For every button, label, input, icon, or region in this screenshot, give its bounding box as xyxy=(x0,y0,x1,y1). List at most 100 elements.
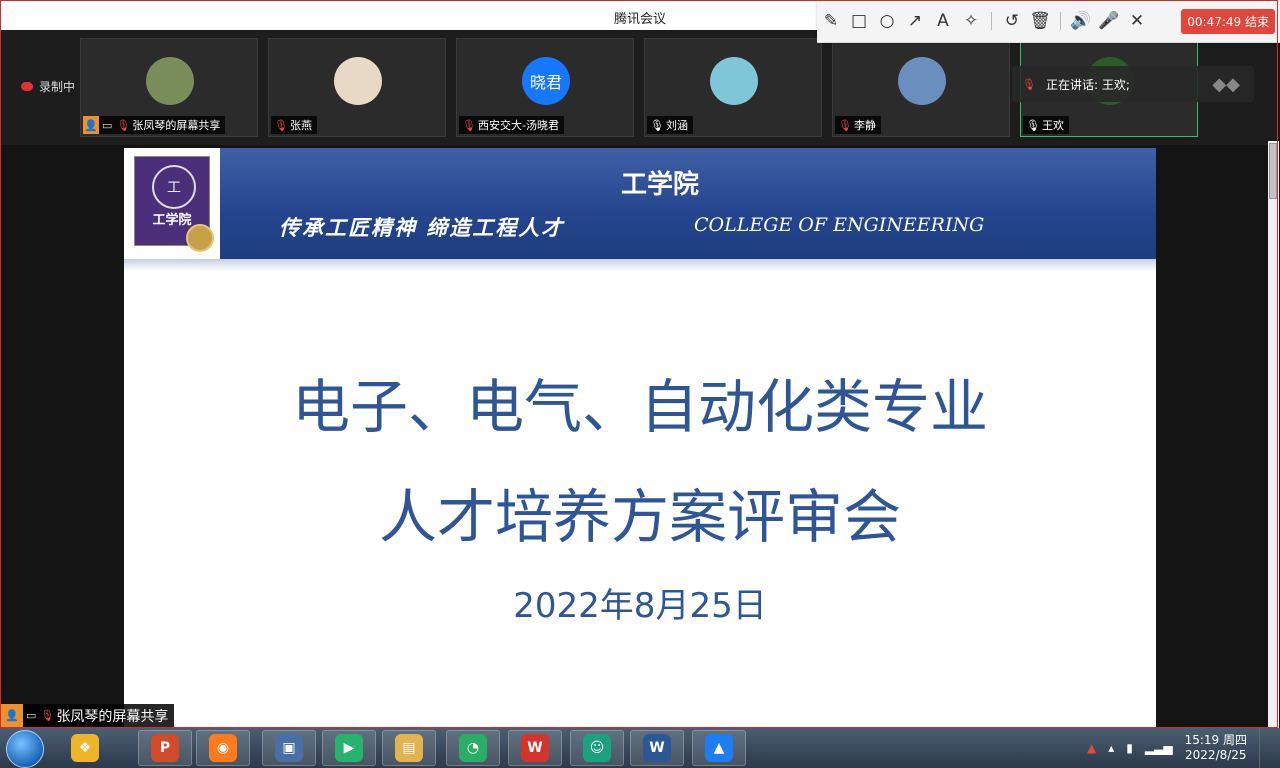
start-button[interactable] xyxy=(6,730,44,768)
taskbar: ❖ P ◉ ▣ ▶ ▤ ◔ W ☺ W ▲ ▲ ▴ ▮ ▂▃▅ 15:19 周四 2022/8/25 xyxy=(0,728,1280,768)
medal-icon xyxy=(186,224,214,252)
participant-avatar: 晓君 xyxy=(522,57,570,105)
player-app[interactable]: ▶ xyxy=(322,730,376,766)
circle-icon[interactable]: ○ xyxy=(873,7,901,35)
slide-heading-line1: 电子、电气、自动化类专业 xyxy=(291,373,988,441)
muted-microphone-icon: 🎙 xyxy=(462,118,476,132)
participant-name: 王欢 xyxy=(1041,119,1064,132)
photos-app-icon: ❖ xyxy=(71,734,99,762)
word-app[interactable]: W xyxy=(630,730,684,766)
text-icon[interactable]: A xyxy=(929,7,957,35)
participant-name: 李静 xyxy=(853,119,876,132)
photos-app[interactable]: ❖ xyxy=(58,730,112,766)
slide-date: 2022年8月25日 xyxy=(513,586,767,626)
screen-share-tag: 👤 ▭ 🎙 张凤琴的屏幕共享 xyxy=(1,704,175,727)
vertical-scrollbar[interactable] xyxy=(1268,141,1279,728)
participant-avatar xyxy=(334,57,382,105)
banner-shadow xyxy=(124,259,1156,271)
recording-label: 录制中 xyxy=(39,80,76,94)
pen-icon[interactable]: ✎ xyxy=(817,7,845,35)
network-icon[interactable]: ▂▃▅ xyxy=(1145,741,1173,755)
magic-wand-icon[interactable]: ✧ xyxy=(957,7,985,35)
end-meeting-button[interactable]: 00:47:49 结束 xyxy=(1181,8,1275,34)
tencent-meeting-logo-icon: ◆◆ xyxy=(1212,73,1240,95)
microphone-icon[interactable]: 🎤 xyxy=(1095,7,1123,35)
host-badge-icon: 👤 xyxy=(83,116,99,134)
participant-label: 🎙 王欢 xyxy=(1023,116,1069,134)
tencent-meeting-app[interactable]: ▲ xyxy=(692,730,746,766)
video-app-icon: ▣ xyxy=(275,734,303,762)
participant-tile[interactable]: 晓君 🎙 西安交大-汤晓君 xyxy=(456,38,634,137)
firefox-app-icon: ◉ xyxy=(209,734,237,762)
system-clock[interactable]: 15:19 周四 2022/8/25 xyxy=(1185,733,1247,763)
rectangle-icon[interactable]: □ xyxy=(845,7,873,35)
arrow-icon[interactable]: ↗ xyxy=(901,7,929,35)
device-icon[interactable]: ▮ xyxy=(1126,741,1133,755)
powerpoint-app[interactable]: P xyxy=(138,730,192,766)
word-app-icon: W xyxy=(643,734,671,762)
show-hidden-icons-icon[interactable]: ▴ xyxy=(1108,741,1114,755)
close-icon[interactable]: ✕ xyxy=(1123,7,1151,35)
microphone-icon: 🎙 xyxy=(1026,118,1040,132)
participant-name: 张燕 xyxy=(289,119,312,132)
banner-slogan: 传承工匠精神 缔造工程人才 xyxy=(279,215,565,240)
clock-date: 2022/8/25 xyxy=(1185,748,1247,762)
participant-tile[interactable]: 👤 ▭ 🎙 张凤琴的屏幕共享 xyxy=(80,38,258,137)
system-tray: ▲ ▴ ▮ ▂▃▅ 15:19 周四 2022/8/25 xyxy=(1087,728,1280,768)
firefox-app[interactable]: ◉ xyxy=(196,730,250,766)
participant-name: 西安交大-汤晓君 xyxy=(477,119,559,132)
player-app-icon: ▶ xyxy=(335,734,363,762)
participant-label: 🎙 西安交大-汤晓君 xyxy=(459,116,564,134)
participant-label: 🎙 刘涵 xyxy=(647,116,693,134)
muted-microphone-icon: 🎙 xyxy=(1022,77,1036,91)
participant-tile[interactable]: 🎙 刘涵 xyxy=(644,38,822,137)
banner-english-name: COLLEGE OF ENGINEERING xyxy=(694,214,985,236)
wechat-app[interactable]: ◔ xyxy=(446,730,500,766)
speaking-label: 正在讲话: 王欢; xyxy=(1045,77,1130,92)
muted-microphone-icon: 🎙 xyxy=(838,118,852,132)
speaking-indicator: 🎙 正在讲话: 王欢; ◆◆ xyxy=(1012,66,1254,102)
muted-microphone-icon: 🎙 xyxy=(40,709,55,722)
explorer-app-icon: ▤ xyxy=(395,734,423,762)
participant-avatar xyxy=(710,57,758,105)
slide-heading-line2: 人才培养方案评审会 xyxy=(378,483,901,551)
participant-avatar xyxy=(146,57,194,105)
wechat-app-icon: ◔ xyxy=(459,734,487,762)
recording-indicator[interactable]: 录制中 xyxy=(21,78,75,95)
participant-label: 🎙 张燕 xyxy=(271,116,317,134)
recording-icon xyxy=(21,82,33,91)
clock-time: 15:19 周四 xyxy=(1184,733,1247,747)
participant-label: 👤 ▭ 🎙 张凤琴的屏幕共享 xyxy=(83,116,226,134)
show-desktop-button[interactable] xyxy=(1259,728,1272,768)
tencent-meeting-app-icon: ▲ xyxy=(705,734,733,762)
wps-app[interactable]: W xyxy=(508,730,562,766)
host-badge-icon: 👤 xyxy=(1,704,23,727)
antivirus-icon[interactable]: ▲ xyxy=(1087,741,1096,755)
microphone-icon: 🎙 xyxy=(650,118,664,132)
participant-avatar xyxy=(898,57,946,105)
video-app[interactable]: ▣ xyxy=(262,730,316,766)
screen-share-label: 张凤琴的屏幕共享 xyxy=(56,708,169,725)
trash-icon[interactable]: 🗑 xyxy=(1026,7,1054,35)
participant-label: 🎙 李静 xyxy=(835,116,881,134)
explorer-app[interactable]: ▤ xyxy=(382,730,436,766)
meeting-app-icon: ☺ xyxy=(583,734,611,762)
toolbar-separator xyxy=(991,12,992,30)
participant-tile[interactable]: 🎙 李静 xyxy=(832,38,1010,137)
speaker-icon[interactable]: 🔊 xyxy=(1067,7,1095,35)
powerpoint-app-icon: P xyxy=(151,734,179,762)
muted-microphone-icon: 🎙 xyxy=(274,118,288,132)
participant-tile[interactable]: 🎙 张燕 xyxy=(268,38,446,137)
participant-name: 刘涵 xyxy=(665,119,688,132)
screen-share-icon: ▭ xyxy=(26,709,37,722)
wps-app-icon: W xyxy=(521,734,549,762)
scrollbar-thumb[interactable] xyxy=(1269,143,1277,199)
undo-icon[interactable]: ↺ xyxy=(998,7,1026,35)
presentation-slide: 工 工学院 工学院 传承工匠精神 缔造工程人才 COLLEGE OF ENGIN… xyxy=(124,148,1156,728)
meeting-app[interactable]: ☺ xyxy=(570,730,624,766)
banner-title: 工学院 xyxy=(620,170,699,200)
muted-microphone-icon: 🎙 xyxy=(116,118,131,132)
slide-banner: 工 工学院 工学院 传承工匠精神 缔造工程人才 COLLEGE OF ENGIN… xyxy=(124,148,1156,259)
toolbar-separator xyxy=(1060,12,1061,30)
screen-share-icon: ▭ xyxy=(102,118,113,132)
